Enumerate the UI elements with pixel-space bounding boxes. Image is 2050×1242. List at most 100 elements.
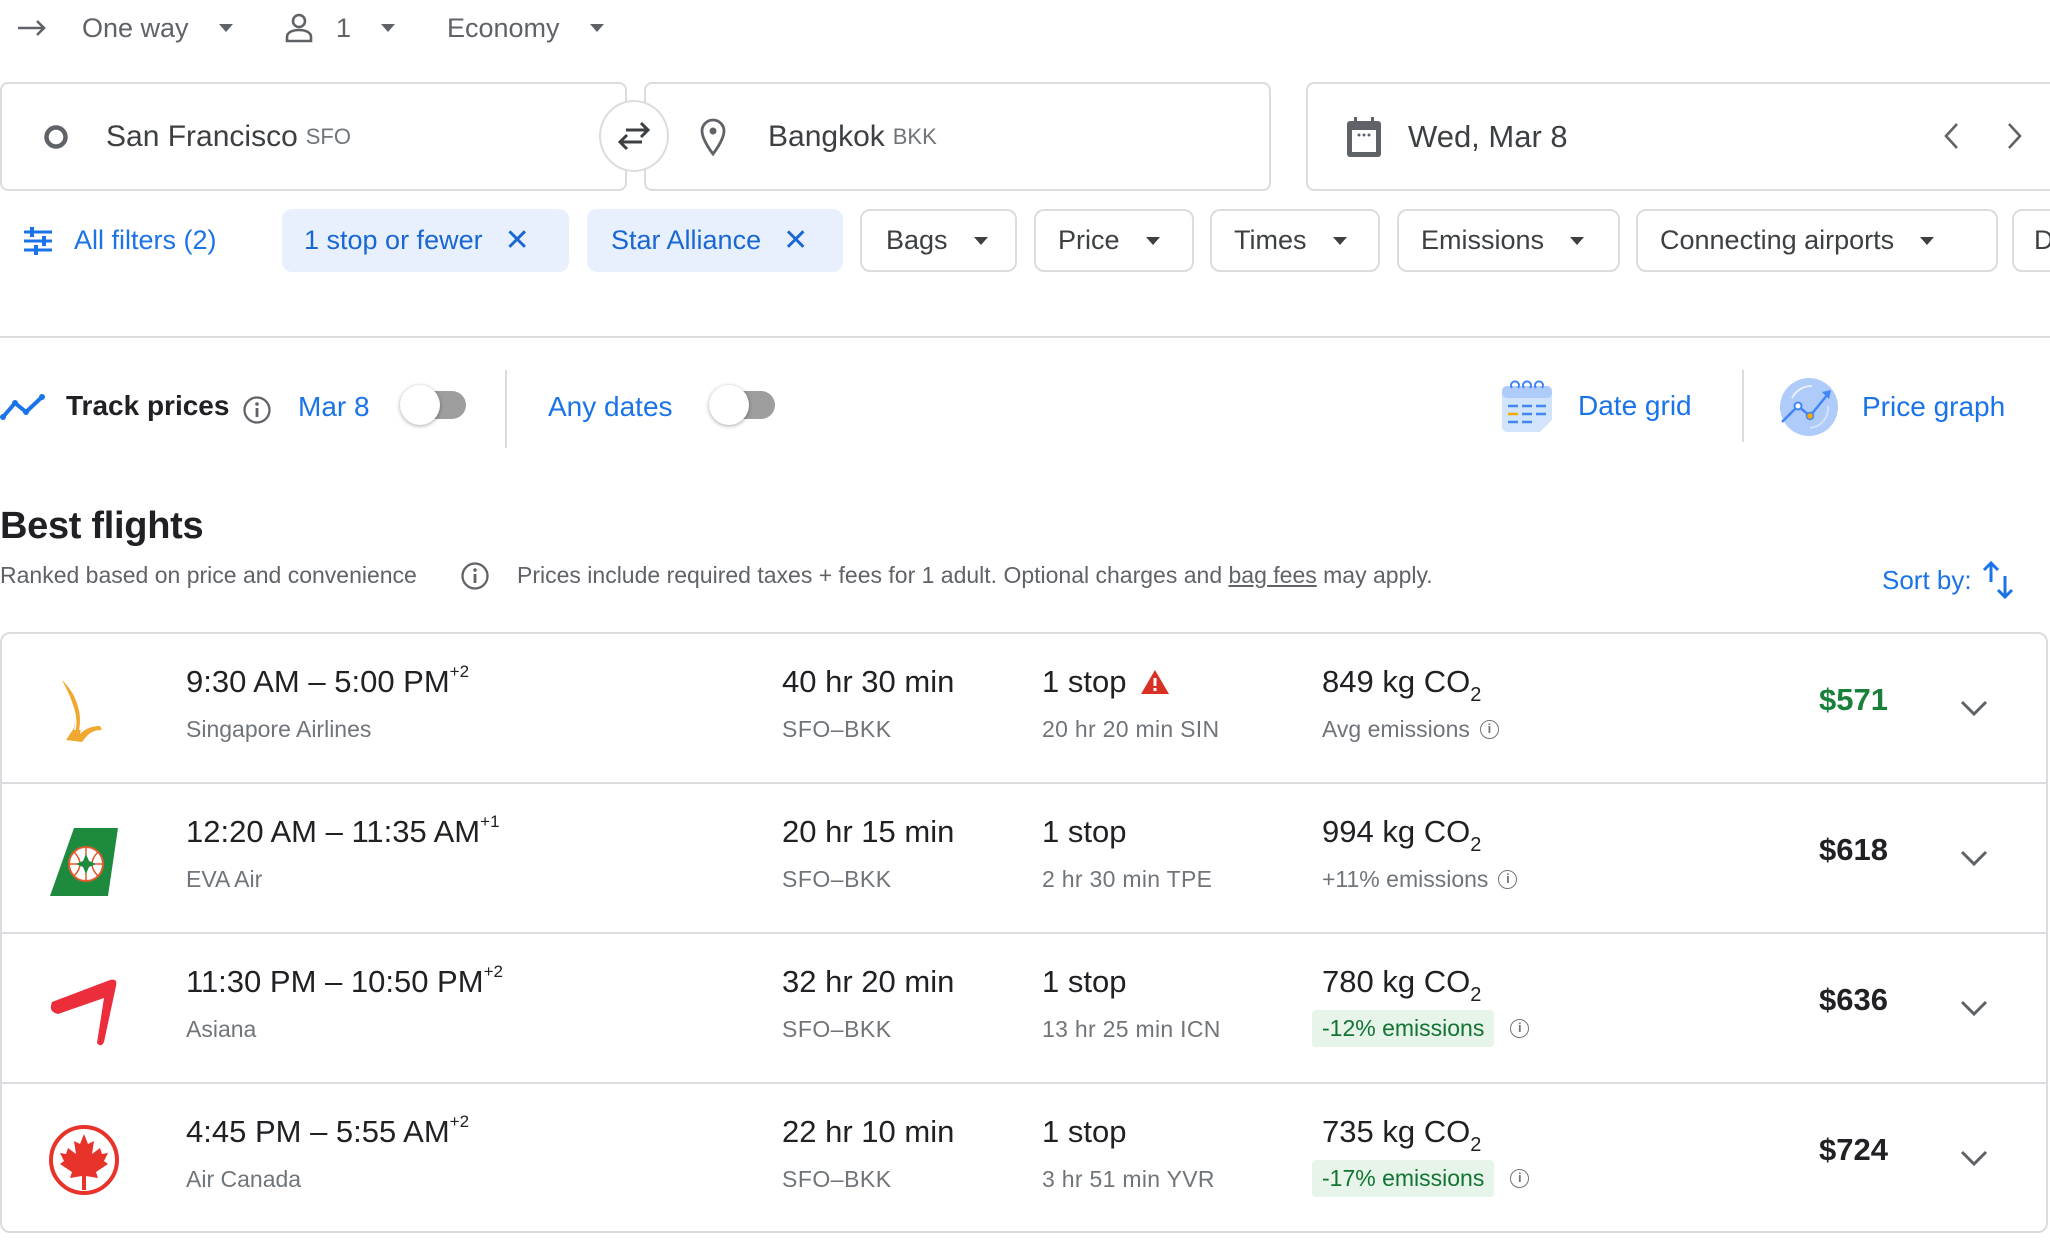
sort-by-button[interactable]: Sort by: bbox=[1882, 560, 2016, 600]
airline-name: Singapore Airlines bbox=[186, 716, 372, 742]
divider bbox=[505, 370, 507, 448]
trip-type-select[interactable]: One way bbox=[16, 8, 233, 48]
flight-row[interactable]: 12:20 AM – 11:35 AM+1 EVA Air 20 hr 15 m… bbox=[2, 784, 2046, 934]
airline-name: Air Canada bbox=[186, 1166, 302, 1192]
price-graph-button[interactable]: Price graph bbox=[1778, 376, 2005, 438]
price-note: Prices include required taxes + fees for… bbox=[517, 562, 1433, 589]
co2-amount: 780 kg CO2 bbox=[1322, 964, 1482, 1007]
layover-info: 20 hr 20 min SIN bbox=[1042, 716, 1220, 742]
filter-times-dropdown[interactable]: Times bbox=[1210, 209, 1380, 272]
flight-row[interactable]: 11:30 PM – 10:50 PM+2 Asiana 32 hr 20 mi… bbox=[2, 934, 2046, 1084]
trip-type-label: One way bbox=[82, 12, 189, 43]
section-title: Best flights bbox=[0, 505, 204, 547]
caret-down-icon bbox=[973, 236, 988, 245]
passengers-select[interactable]: 1 bbox=[284, 8, 396, 48]
swap-button[interactable] bbox=[599, 100, 669, 172]
close-icon[interactable]: ✕ bbox=[505, 223, 530, 258]
flight-row[interactable]: 4:45 PM – 5:55 AM+2 Air Canada 22 hr 10 … bbox=[2, 1084, 2046, 1231]
emissions-note: +11% emissions i bbox=[1322, 866, 1518, 893]
info-icon[interactable]: i bbox=[1498, 870, 1518, 889]
flight-row[interactable]: 9:30 AM – 5:00 PM+2 Singapore Airlines 4… bbox=[2, 634, 2046, 784]
swap-arrows-icon bbox=[617, 121, 651, 151]
filter-chip-stops[interactable]: 1 stop or fewer ✕ bbox=[282, 209, 569, 272]
flight-times: 9:30 AM – 5:00 PM+2 bbox=[186, 661, 470, 699]
chevron-down-icon[interactable] bbox=[1956, 690, 1992, 726]
chevron-down-icon[interactable] bbox=[1956, 840, 1992, 876]
date-grid-button[interactable]: Date grid bbox=[1500, 378, 1692, 434]
day-offset: +1 bbox=[480, 811, 500, 831]
date-grid-icon bbox=[1502, 380, 1552, 432]
sort-arrows-icon bbox=[1982, 560, 2013, 600]
departure-date-input[interactable]: Wed, Mar 8 bbox=[1306, 82, 2050, 191]
filter-dropdown-label: Price bbox=[1058, 225, 1120, 255]
filter-bags-dropdown[interactable]: Bags bbox=[860, 209, 1017, 272]
depart-time: 9:30 AM bbox=[186, 664, 300, 699]
caret-down-icon bbox=[1332, 236, 1347, 245]
destination-input[interactable]: Bangkok BKK bbox=[644, 82, 1271, 191]
depart-time: 11:30 PM bbox=[186, 964, 317, 999]
bag-fees-link[interactable]: bag fees bbox=[1229, 562, 1317, 588]
cabin-class-select[interactable]: Economy bbox=[447, 8, 604, 48]
layover-info: 3 hr 51 min YVR bbox=[1042, 1166, 1215, 1192]
emissions-note: Avg emissions i bbox=[1322, 716, 1499, 743]
eva-air-logo-icon bbox=[50, 828, 118, 896]
flight-duration: 22 hr 10 min bbox=[782, 1114, 955, 1149]
origin-input[interactable]: San Francisco SFO bbox=[0, 82, 627, 191]
info-icon[interactable]: i bbox=[1510, 1169, 1530, 1188]
chevron-down-icon[interactable] bbox=[1956, 1140, 1992, 1176]
filter-dropdown-label: Emissions bbox=[1421, 225, 1545, 255]
co2-subscript: 2 bbox=[1470, 834, 1482, 857]
day-offset: +2 bbox=[449, 661, 470, 681]
calendar-icon bbox=[1347, 116, 1381, 157]
trend-icon bbox=[0, 392, 46, 427]
filter-chip-alliance[interactable]: Star Alliance ✕ bbox=[587, 209, 843, 272]
info-icon[interactable]: i bbox=[1479, 720, 1499, 739]
filter-duration-dropdown[interactable]: D bbox=[2012, 209, 2050, 272]
sort-by-label: Sort by: bbox=[1882, 564, 1972, 595]
filter-chip-label: Star Alliance bbox=[611, 225, 762, 255]
flight-route: SFO–BKK bbox=[782, 716, 892, 742]
flight-price: $636 bbox=[1819, 982, 1888, 1017]
co2-subscript: 2 bbox=[1470, 984, 1482, 1007]
arrive-time: 10:50 PM bbox=[350, 964, 484, 999]
track-date-toggle[interactable] bbox=[400, 385, 466, 425]
flight-stops: 1 stop bbox=[1042, 1114, 1126, 1150]
emissions-label: +11% emissions bbox=[1322, 866, 1489, 892]
air-canada-logo-icon bbox=[49, 1125, 119, 1195]
singapore-airlines-logo-icon bbox=[62, 680, 102, 742]
departure-date: Wed, Mar 8 bbox=[1408, 118, 1568, 154]
emissions-badge: -12% emissions bbox=[1312, 1010, 1495, 1047]
stops-count: 1 stop bbox=[1042, 964, 1127, 999]
all-filters-button[interactable]: All filters (2) bbox=[22, 209, 217, 272]
filter-emissions-dropdown[interactable]: Emissions bbox=[1397, 209, 1620, 272]
destination-code: BKK bbox=[892, 123, 937, 149]
filter-price-dropdown[interactable]: Price bbox=[1034, 209, 1194, 272]
co2-value: 735 kg CO bbox=[1322, 1114, 1471, 1149]
caret-down-icon bbox=[589, 24, 604, 32]
warning-icon[interactable] bbox=[1140, 668, 1170, 696]
layover-info: 2 hr 30 min TPE bbox=[1042, 866, 1213, 892]
info-icon[interactable]: i bbox=[1510, 1019, 1530, 1038]
close-icon[interactable]: ✕ bbox=[783, 223, 808, 258]
prev-date-button[interactable] bbox=[1940, 120, 1964, 157]
caret-down-icon bbox=[1570, 236, 1585, 245]
flight-stops: 1 stop bbox=[1042, 964, 1126, 1000]
filter-dropdown-label: Times bbox=[1234, 225, 1307, 255]
flight-times: 11:30 PM – 10:50 PM+2 bbox=[186, 961, 503, 999]
info-icon[interactable] bbox=[460, 561, 490, 596]
track-prices-label: Track prices bbox=[66, 390, 230, 421]
filter-bar: All filters (2) 1 stop or fewer ✕ Star A… bbox=[0, 209, 2050, 272]
chevron-left-icon bbox=[1944, 123, 1958, 149]
flight-duration: 32 hr 20 min bbox=[782, 964, 955, 999]
any-dates-toggle[interactable] bbox=[709, 385, 775, 425]
price-graph-icon bbox=[1780, 378, 1838, 436]
chevron-down-icon[interactable] bbox=[1956, 990, 1992, 1026]
stops-count: 1 stop bbox=[1042, 814, 1127, 849]
co2-value: 780 kg CO bbox=[1322, 964, 1471, 999]
info-icon[interactable] bbox=[242, 395, 272, 430]
filter-connecting-airports-dropdown[interactable]: Connecting airports bbox=[1636, 209, 1998, 272]
co2-value: 994 kg CO bbox=[1322, 814, 1471, 849]
flight-route: SFO–BKK bbox=[782, 1166, 892, 1192]
next-date-button[interactable] bbox=[2002, 120, 2026, 157]
co2-amount: 994 kg CO2 bbox=[1322, 814, 1482, 857]
